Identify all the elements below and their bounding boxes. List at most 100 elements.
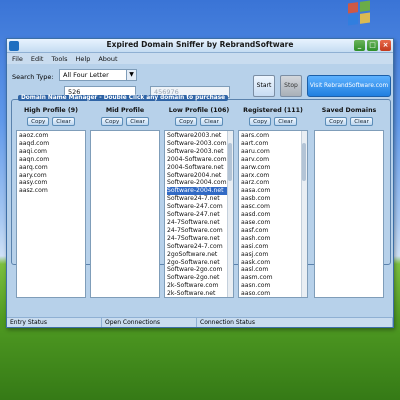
connection-status: Connection Status <box>197 318 393 327</box>
domain-list[interactable] <box>314 130 384 298</box>
clear-button[interactable]: Clear <box>274 117 297 126</box>
list-item[interactable]: aaqn.com <box>19 156 83 164</box>
list-item[interactable]: aart.com <box>241 140 305 148</box>
list-item[interactable]: aary.com <box>19 172 83 180</box>
clear-button[interactable]: Clear <box>350 117 373 126</box>
menu-about[interactable]: About <box>98 55 117 63</box>
clear-button[interactable]: Clear <box>200 117 223 126</box>
list-item[interactable]: 2go-Software.net <box>167 259 231 267</box>
column-title: Mid Profile <box>105 107 145 114</box>
list-item[interactable]: Software-2003.com <box>167 140 231 148</box>
menu-tools[interactable]: Tools <box>51 55 67 63</box>
scrollbar[interactable] <box>301 131 307 297</box>
list-item[interactable]: Software-2003.net <box>167 148 231 156</box>
column-3: Registered (111) Copy Clear aars.com aart.co… <box>238 107 308 298</box>
chevron-down-icon[interactable]: ▼ <box>126 70 136 80</box>
list-item[interactable]: Software-2004.com <box>167 179 231 187</box>
list-item[interactable]: Software-247.com <box>167 203 231 211</box>
list-item[interactable]: aarz.com <box>241 179 305 187</box>
column-1: Mid Profile Copy Clear <box>90 107 160 298</box>
copy-button[interactable]: Copy <box>325 117 348 126</box>
list-item[interactable]: aask.com <box>241 259 305 267</box>
title-bar[interactable]: Expired Domain Sniffer by RebrandSoftwar… <box>7 39 393 53</box>
list-item[interactable]: aasc.com <box>241 203 305 211</box>
window-title: Expired Domain Sniffer by RebrandSoftwar… <box>106 40 294 49</box>
list-item[interactable]: 24-7Software.net <box>167 219 231 227</box>
menu-file[interactable]: File <box>12 55 23 63</box>
list-item[interactable]: aasi.com <box>241 243 305 251</box>
list-item[interactable]: aash.com <box>241 235 305 243</box>
list-item[interactable]: 2004-Software.net <box>167 164 231 172</box>
list-item[interactable]: Software24-7.net <box>167 195 231 203</box>
scrollbar[interactable] <box>227 131 233 297</box>
scrollbar-thumb[interactable] <box>302 143 306 181</box>
menu-help[interactable]: Help <box>76 55 91 63</box>
start-button[interactable]: Start <box>253 75 275 97</box>
clear-button[interactable]: Clear <box>126 117 149 126</box>
status-bar: Entry Status Open Connections Connection… <box>7 317 393 327</box>
copy-button[interactable]: Copy <box>175 117 198 126</box>
list-item[interactable]: Software24-7.com <box>167 243 231 251</box>
domain-list[interactable]: aars.com aart.com aaru.com aarv.com aarw.com… <box>238 130 308 298</box>
search-type-label: Search Type: <box>12 73 54 81</box>
list-item[interactable]: aasl.com <box>241 266 305 274</box>
list-item[interactable]: 2k-Software.com <box>167 282 231 290</box>
list-item[interactable]: aasn.com <box>241 282 305 290</box>
maximize-button[interactable]: □ <box>367 40 378 51</box>
column-title: High Profile (9) <box>23 107 79 114</box>
list-item[interactable]: aaqd.com <box>19 140 83 148</box>
column-title: Registered (111) <box>243 107 303 114</box>
app-window: Expired Domain Sniffer by RebrandSoftwar… <box>6 38 394 328</box>
list-item[interactable]: aasz.com <box>19 187 83 195</box>
list-item[interactable]: aasy.com <box>19 179 83 187</box>
open-connections: Open Connections <box>102 318 197 327</box>
list-item[interactable]: aaqi.com <box>19 148 83 156</box>
clear-button[interactable]: Clear <box>52 117 75 126</box>
list-item[interactable]: aasa.com <box>241 187 305 195</box>
copy-button[interactable]: Copy <box>27 117 50 126</box>
list-item[interactable]: 2004-Software.com <box>167 156 231 164</box>
list-item[interactable]: 2k-Software.net <box>167 290 231 297</box>
copy-button[interactable]: Copy <box>101 117 124 126</box>
column-title: Low Profile (106) <box>168 107 230 114</box>
domain-list[interactable] <box>90 130 160 298</box>
list-item[interactable]: aarw.com <box>241 164 305 172</box>
list-item[interactable]: aarq.com <box>19 164 83 172</box>
list-item[interactable]: 24-7Software.net <box>167 235 231 243</box>
domain-list[interactable]: Software2003.net Software-2003.com Softwar… <box>164 130 234 298</box>
minimize-button[interactable]: _ <box>354 40 365 51</box>
menu-edit[interactable]: Edit <box>31 55 44 63</box>
list-item[interactable]: aaru.com <box>241 148 305 156</box>
list-item[interactable]: Software-2go.net <box>167 274 231 282</box>
list-item[interactable]: aasm.com <box>241 274 305 282</box>
list-item[interactable]: aaso.com <box>241 290 305 297</box>
list-item[interactable]: Software-2go.com <box>167 266 231 274</box>
menu-bar: File Edit Tools Help About <box>7 53 393 64</box>
close-button[interactable]: × <box>380 40 391 51</box>
list-item[interactable]: 24-7Software.com <box>167 227 231 235</box>
list-item[interactable]: aarv.com <box>241 156 305 164</box>
list-item[interactable]: Software2003.net <box>167 132 231 140</box>
windows-logo-icon <box>348 0 370 26</box>
list-item[interactable]: Software-247.net <box>167 211 231 219</box>
search-type-select[interactable]: All Four Letter ▼ <box>59 69 137 81</box>
list-item[interactable]: aars.com <box>241 132 305 140</box>
list-item[interactable]: aarx.com <box>241 172 305 180</box>
stop-button[interactable]: Stop <box>280 75 302 97</box>
column-0: High Profile (9) Copy Clear aaoz.com aaqd.co… <box>16 107 86 298</box>
column-4: Saved Domains Copy Clear <box>314 107 384 298</box>
list-item[interactable]: aasb.com <box>241 195 305 203</box>
group-title: Domain Name Manager - Double Click any d… <box>18 95 229 101</box>
list-item[interactable]: aasf.com <box>241 227 305 235</box>
visit-site-button[interactable]: Visit RebrandSoftware.com <box>307 75 391 97</box>
scrollbar-thumb[interactable] <box>228 143 232 181</box>
list-item[interactable]: aasj.com <box>241 251 305 259</box>
list-item[interactable]: Software-2004.net <box>167 187 231 196</box>
domain-list[interactable]: aaoz.com aaqd.com aaqi.com aaqn.com aarq.com… <box>16 130 86 298</box>
list-item[interactable]: 2goSoftware.net <box>167 251 231 259</box>
list-item[interactable]: aasd.com <box>241 211 305 219</box>
list-item[interactable]: Software2004.net <box>167 172 231 180</box>
list-item[interactable]: aaoz.com <box>19 132 83 140</box>
list-item[interactable]: aase.com <box>241 219 305 227</box>
copy-button[interactable]: Copy <box>249 117 272 126</box>
